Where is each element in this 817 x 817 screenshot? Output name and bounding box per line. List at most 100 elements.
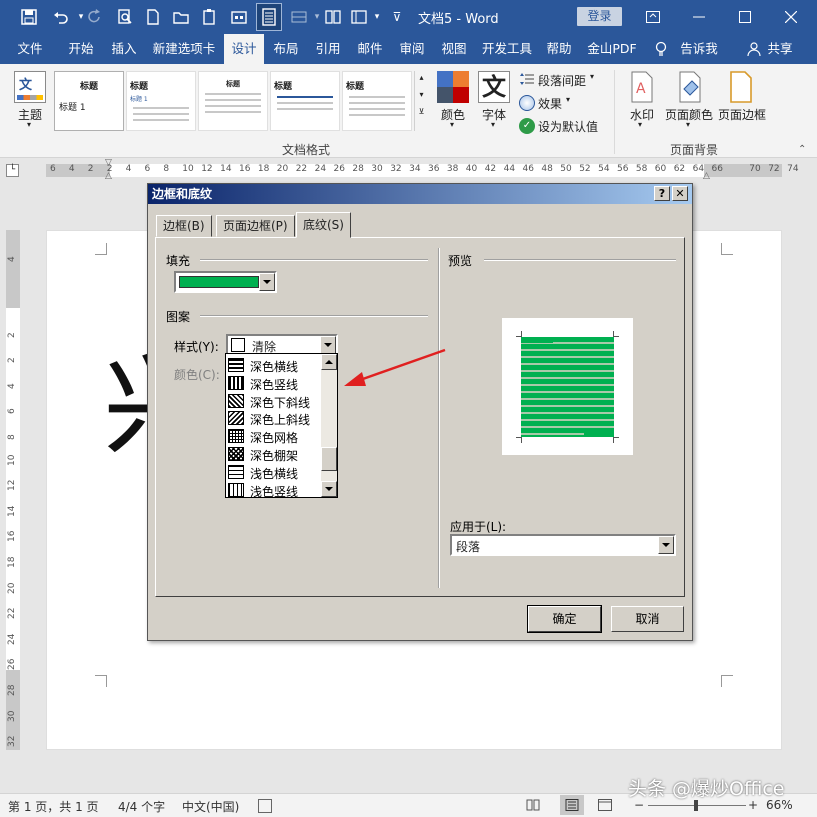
maximize-icon[interactable] xyxy=(722,0,768,34)
print-preview-icon[interactable] xyxy=(114,6,136,28)
style-thumb-3[interactable]: 标题 xyxy=(198,71,268,131)
new-doc-icon[interactable] xyxy=(142,6,164,28)
colors-dropdown-icon[interactable]: ▾ xyxy=(450,120,454,129)
style-option[interactable]: 深色网格 xyxy=(228,427,322,445)
redo-icon[interactable] xyxy=(84,6,106,28)
theme-icon[interactable]: 文 xyxy=(14,71,46,103)
apply-to-select[interactable]: 段落 xyxy=(450,534,676,556)
tab-home[interactable]: 开始 xyxy=(58,34,104,64)
tab-file[interactable]: 文件 xyxy=(8,34,52,64)
tab-review[interactable]: 审阅 xyxy=(394,34,430,64)
dialog-title: 边框和底纹 xyxy=(152,187,213,201)
clipboard-icon[interactable] xyxy=(198,6,220,28)
effects-label[interactable]: 效果 xyxy=(538,95,562,112)
theme-dropdown-icon[interactable]: ▾ xyxy=(27,120,31,129)
style-option[interactable]: 深色竖线 xyxy=(228,374,322,392)
fill-dropdown-arrow[interactable] xyxy=(259,273,275,291)
reading-mode-icon[interactable] xyxy=(256,3,282,31)
style-dropdown-list[interactable]: 深色横线 深色竖线 深色下斜线 深色上斜线 深色网格深色棚架 浅色横线 浅色竖线 xyxy=(225,353,338,499)
undo-icon[interactable] xyxy=(50,6,72,28)
ruler-tick: 14 xyxy=(220,164,232,174)
open-folder-icon[interactable] xyxy=(170,6,192,28)
fonts-dropdown-icon[interactable]: ▾ xyxy=(491,120,495,129)
login-button[interactable]: 登录 xyxy=(577,7,622,26)
tab-insert[interactable]: 插入 xyxy=(104,34,144,64)
tab-mailings[interactable]: 邮件 xyxy=(352,34,388,64)
styles-gallery-scroll[interactable]: ▴ ▾ ⊻ xyxy=(414,71,428,131)
minimize-icon[interactable] xyxy=(676,0,722,34)
save-icon[interactable] xyxy=(18,6,40,28)
paragraph-spacing-icon[interactable] xyxy=(520,72,534,86)
fill-color-picker[interactable] xyxy=(174,271,277,293)
tab-design[interactable]: 设计 xyxy=(224,34,264,64)
ok-button[interactable]: 确定 xyxy=(527,605,602,633)
apply-to-value: 段落 xyxy=(456,540,481,554)
dialog-close-button[interactable]: ✕ xyxy=(672,186,688,201)
tab-layout[interactable]: 布局 xyxy=(268,34,304,64)
accessibility-icon[interactable] xyxy=(258,799,272,813)
customize-qat-icon[interactable]: ⊽ xyxy=(386,6,408,28)
gallery-more-icon[interactable]: ⊻ xyxy=(415,107,428,116)
tab-borders[interactable]: 边框(B) xyxy=(156,215,212,237)
style-option[interactable]: 浅色横线 xyxy=(228,463,322,481)
style-label: 样式(Y): xyxy=(174,340,219,354)
dialog-help-button[interactable]: ? xyxy=(654,186,670,201)
scroll-down-icon[interactable] xyxy=(321,481,337,497)
language[interactable]: 中文(中国) xyxy=(182,798,239,815)
tab-page-border[interactable]: 页面边框(P) xyxy=(216,215,295,237)
style-option[interactable]: 浅色竖线 xyxy=(228,481,322,499)
web-layout-icon[interactable] xyxy=(598,799,612,814)
tab-references[interactable]: 引用 xyxy=(310,34,346,64)
collapse-ribbon-icon[interactable]: ⌃ xyxy=(798,144,806,155)
tab-shading[interactable]: 底纹(S) xyxy=(296,212,351,238)
tab-help[interactable]: 帮助 xyxy=(540,34,578,64)
page-border-icon[interactable] xyxy=(728,71,754,103)
vertical-ruler-tick: 24 xyxy=(7,633,17,645)
checkmark-icon[interactable]: ✓ xyxy=(519,118,535,134)
watermark-icon[interactable]: A xyxy=(630,71,654,103)
ribbon-display-icon[interactable] xyxy=(630,0,676,34)
style-option[interactable]: 深色上斜线 xyxy=(228,409,322,427)
page-border-label[interactable]: 页面边框 xyxy=(718,106,766,123)
style-option[interactable]: 深色横线 xyxy=(228,356,322,374)
set-default-label[interactable]: 设为默认值 xyxy=(538,118,598,135)
watermark-dropdown-icon[interactable]: ▾ xyxy=(638,120,642,129)
zoom-slider-thumb[interactable] xyxy=(694,800,698,811)
tab-developer[interactable]: 开发工具 xyxy=(478,34,536,64)
style-option-label: 深色棚架 xyxy=(250,449,299,463)
tab-selector-icon[interactable]: └ xyxy=(6,164,19,177)
page-count[interactable]: 第 1 页，共 1 页 xyxy=(8,798,99,815)
scrollbar-thumb[interactable] xyxy=(321,447,337,471)
effects-dropdown-icon[interactable]: ▾ xyxy=(566,95,570,104)
tell-me-search[interactable]: 告诉我 xyxy=(674,34,724,64)
apply-to-dropdown-arrow[interactable] xyxy=(658,536,674,554)
gallery-up-icon[interactable]: ▴ xyxy=(415,73,428,82)
tab-kingsoft-pdf[interactable]: 金山PDF xyxy=(584,34,640,64)
word-count[interactable]: 4/4 个字 xyxy=(118,798,165,815)
page-color-dropdown-icon[interactable]: ▾ xyxy=(686,120,690,129)
vertical-ruler-tick: 8 xyxy=(7,434,17,440)
read-mode-icon[interactable] xyxy=(526,799,540,814)
gallery-down-icon[interactable]: ▾ xyxy=(415,90,428,99)
colors-icon[interactable] xyxy=(437,71,469,103)
effects-icon[interactable] xyxy=(519,95,535,111)
tab-new[interactable]: 新建选项卡 xyxy=(148,34,220,64)
style-thumb-1[interactable]: 标题 标题 1 xyxy=(54,71,124,131)
print-layout-icon[interactable] xyxy=(560,795,584,815)
style-thumb-5[interactable]: 标题 xyxy=(342,71,412,131)
screenshot-icon[interactable] xyxy=(228,6,250,28)
layout-dropdown-icon[interactable]: ▾ xyxy=(366,6,388,28)
fonts-icon[interactable]: 文 xyxy=(478,71,510,103)
style-thumb-4[interactable]: 标题 xyxy=(270,71,340,131)
page-color-icon[interactable] xyxy=(674,71,704,103)
style-thumb-2[interactable]: 标题 标题 1 xyxy=(126,71,196,131)
share-button[interactable]: 共享 xyxy=(764,34,796,64)
close-window-icon[interactable] xyxy=(768,0,814,34)
style-option[interactable]: 深色下斜线 xyxy=(228,392,322,410)
tab-view[interactable]: 视图 xyxy=(436,34,472,64)
paragraph-spacing-label[interactable]: 段落间距 xyxy=(538,72,586,89)
paragraph-spacing-dropdown-icon[interactable]: ▾ xyxy=(590,72,594,81)
cancel-button[interactable]: 取消 xyxy=(611,606,684,632)
columns-icon[interactable] xyxy=(322,6,344,28)
style-option[interactable]: 深色棚架 xyxy=(228,445,322,463)
